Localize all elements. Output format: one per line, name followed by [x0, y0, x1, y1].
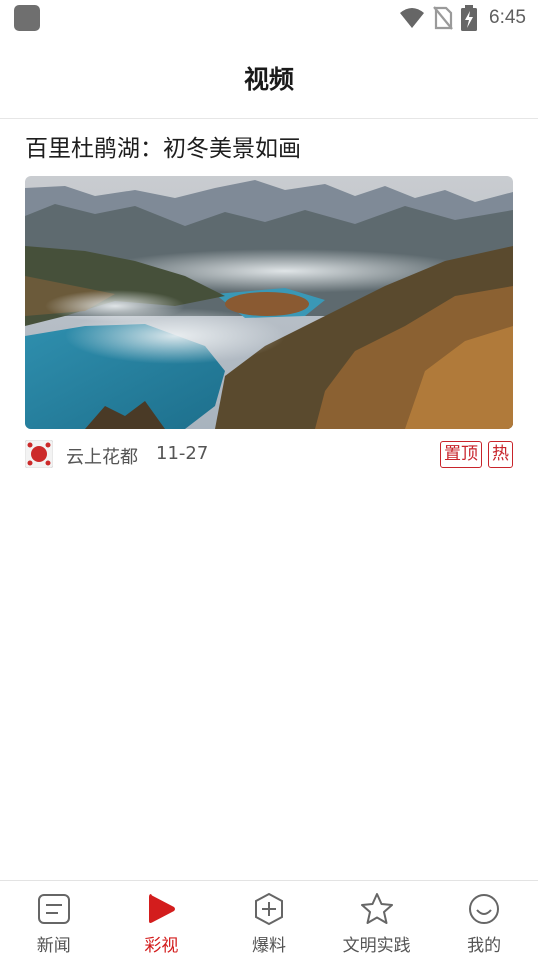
play-icon: [149, 894, 176, 923]
article-tags: 置顶 热: [440, 441, 513, 468]
source-name: 云上花都: [66, 447, 138, 468]
nav-item-news[interactable]: 新闻: [0, 881, 108, 958]
status-icons: 6:45: [399, 4, 526, 32]
nav-label-civilization: 文明实践: [342, 936, 411, 956]
source-logo: [25, 440, 53, 468]
nav-label-news: 新闻: [36, 936, 71, 956]
nav-item-video[interactable]: 彩视: [108, 881, 216, 958]
top-bar: 视频: [0, 36, 538, 119]
status-bar: 6:45: [0, 0, 538, 36]
no-sim-icon: [433, 6, 453, 30]
nav-item-civilization[interactable]: 文明实践: [323, 881, 431, 958]
nav-label-profile: 我的: [467, 936, 502, 956]
hot-badge: 热: [488, 441, 513, 468]
status-time: 6:45: [489, 7, 526, 28]
app-indicator-icon: [14, 5, 40, 31]
star-icon: [360, 893, 393, 924]
article-thumbnail[interactable]: [25, 176, 513, 429]
nav-label-report: 爆料: [251, 936, 286, 956]
publish-date: 11-27: [156, 443, 209, 464]
page-title: 视频: [243, 65, 294, 94]
add-shield-icon: [254, 892, 283, 926]
nav-item-report[interactable]: 爆料: [215, 881, 323, 958]
article-meta: 云上花都 11-27 置顶 热: [25, 440, 513, 470]
nav-label-video: 彩视: [144, 936, 179, 956]
wifi-icon: [400, 8, 425, 28]
battery-charging-icon: [461, 5, 478, 31]
bottom-nav: 新闻 彩视 爆料 文明实践 我的: [0, 880, 538, 958]
news-icon: [37, 894, 70, 924]
pinned-badge: 置顶: [440, 441, 482, 468]
nav-item-profile[interactable]: 我的: [430, 881, 538, 958]
smile-icon: [469, 894, 500, 924]
article-title[interactable]: 百里杜鹃湖：初冬美景如画: [25, 129, 301, 163]
